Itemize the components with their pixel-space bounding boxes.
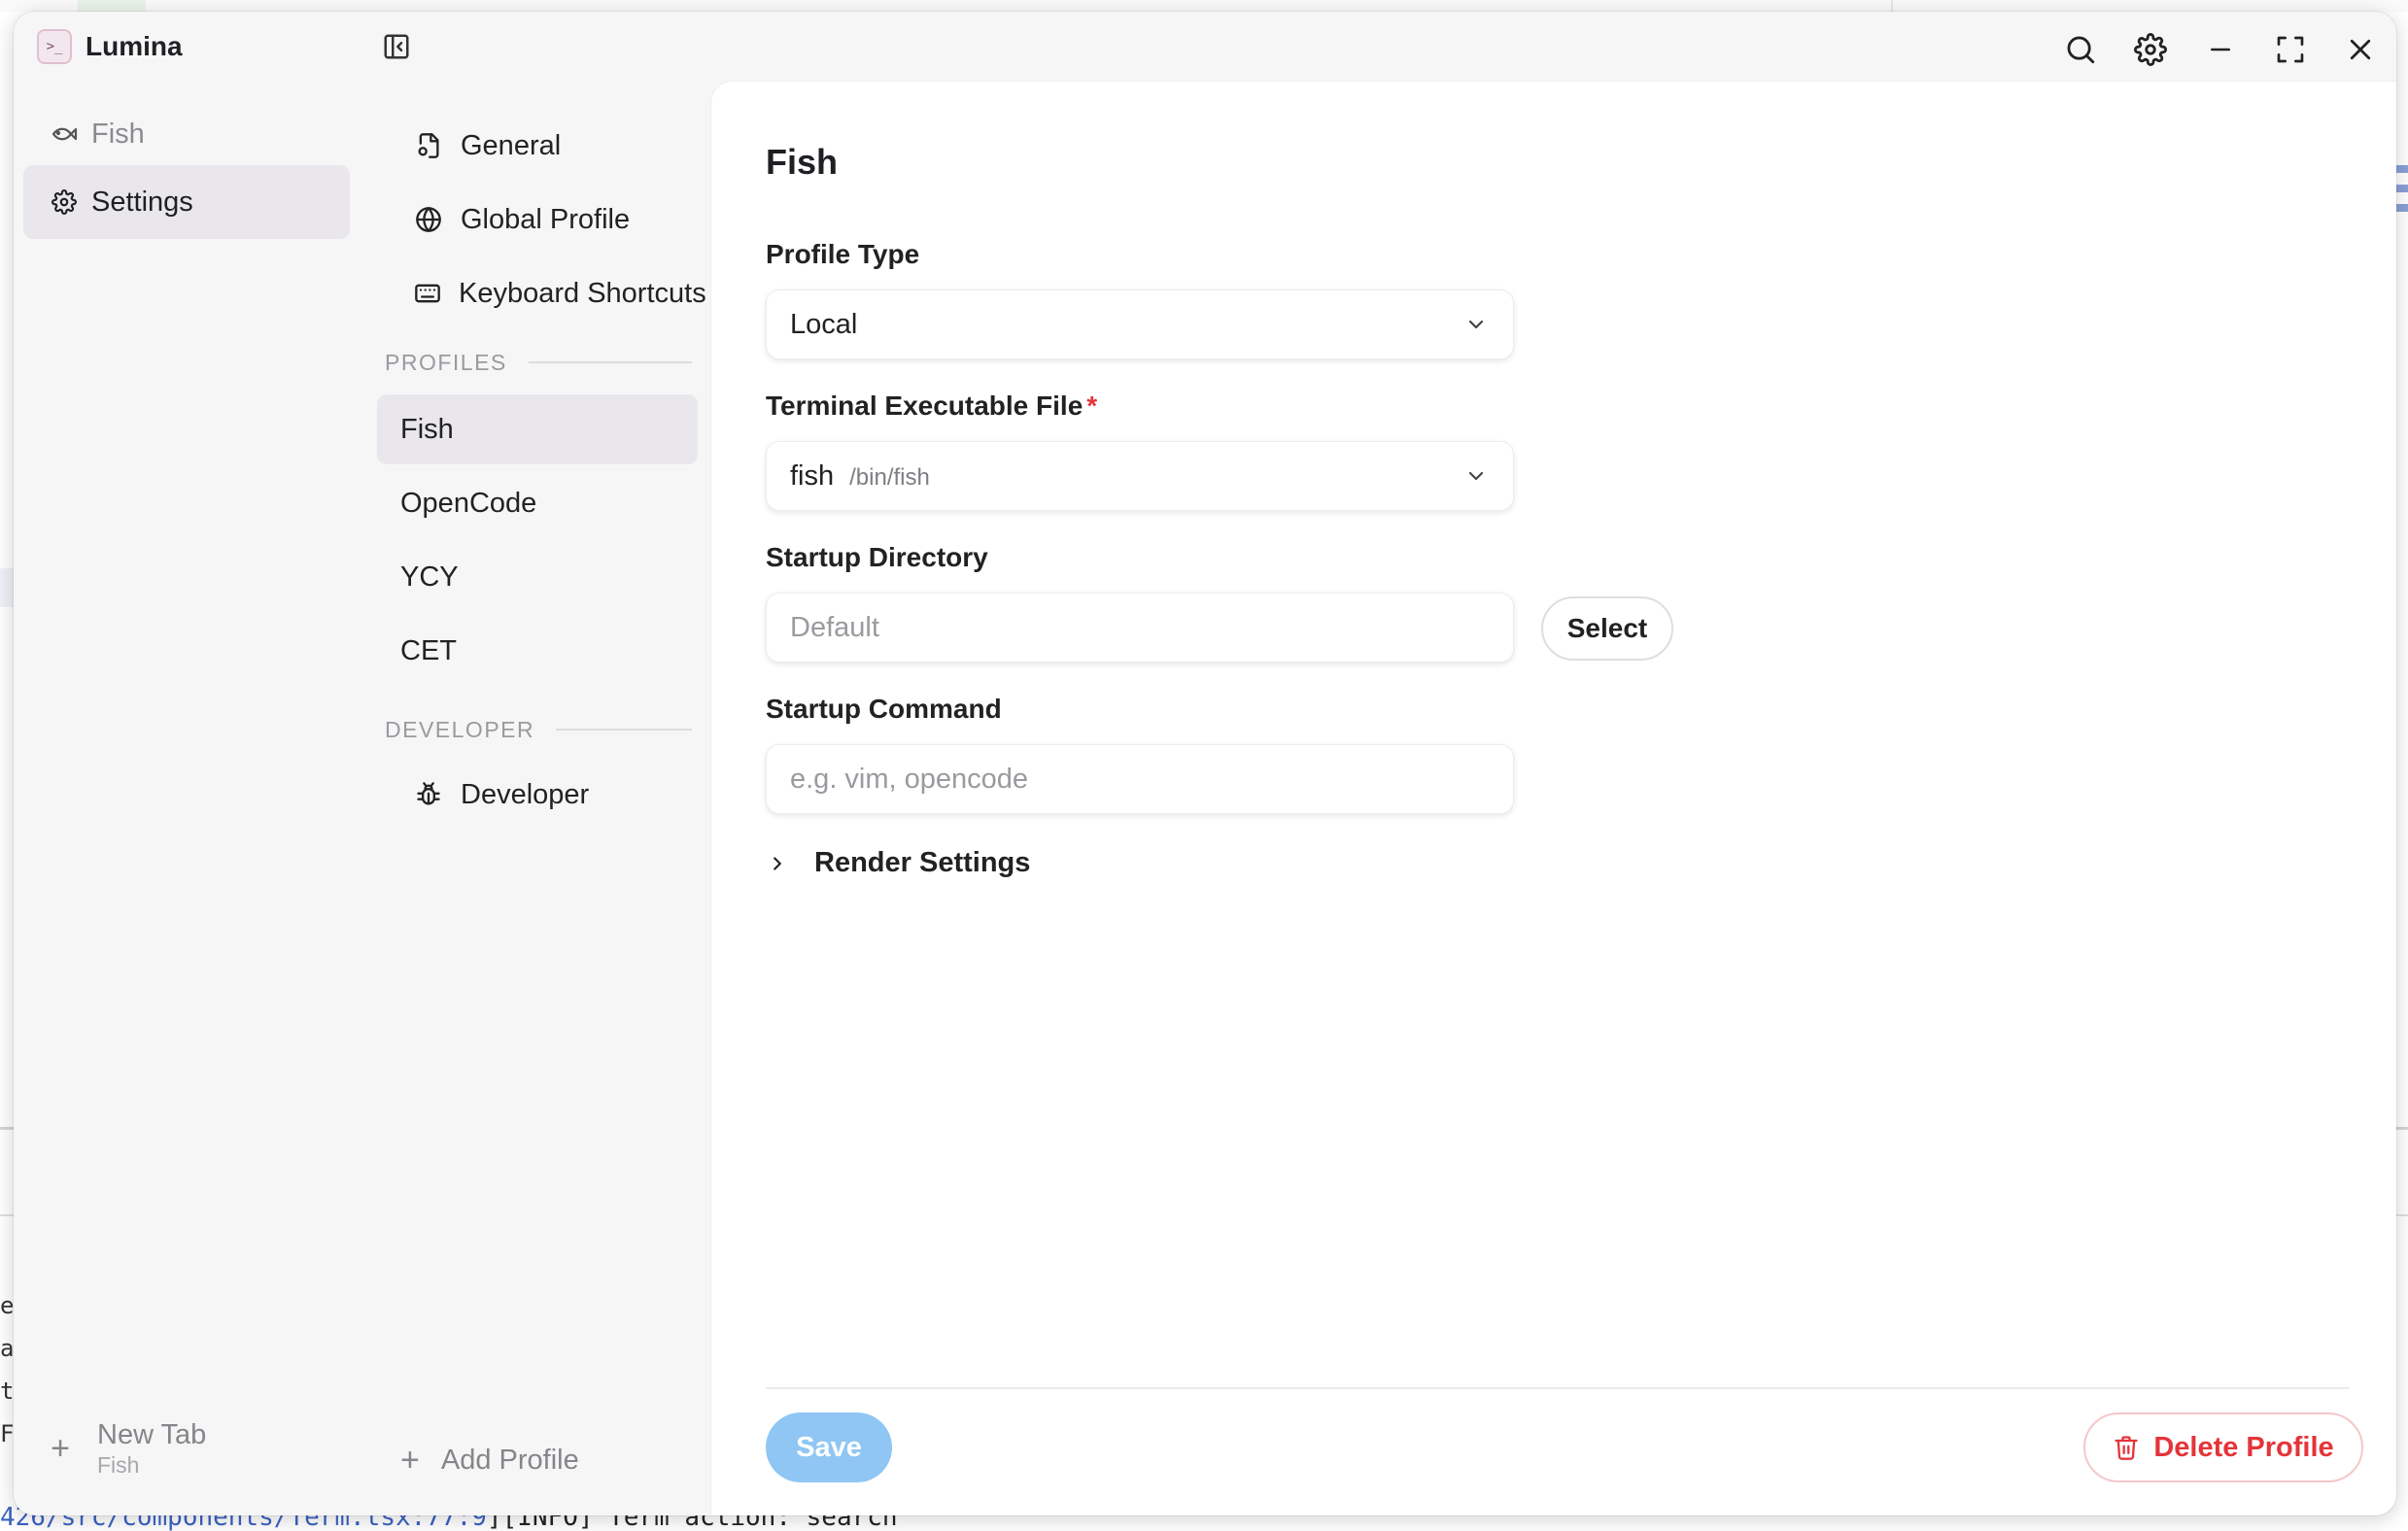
bg-highlight	[78, 0, 146, 12]
save-button[interactable]: Save	[766, 1412, 892, 1482]
globe-icon	[414, 205, 443, 234]
developer-section-heading: DEVELOPER	[385, 715, 692, 744]
bg-code-char: e	[0, 1292, 15, 1319]
fish-icon	[51, 120, 78, 148]
profile-item-opencode[interactable]: OpenCode	[377, 468, 698, 538]
executable-path: /bin/fish	[849, 463, 930, 491]
file-cog-icon	[414, 131, 443, 160]
add-profile-button[interactable]: + Add Profile	[400, 1444, 579, 1477]
delete-profile-button[interactable]: Delete Profile	[2083, 1412, 2363, 1482]
section-divider	[528, 361, 692, 363]
required-mark: *	[1086, 391, 1098, 421]
profile-type-select[interactable]: Local	[766, 289, 1514, 359]
nav-label: Keyboard Shortcuts	[459, 277, 706, 309]
startup-directory-input[interactable]	[790, 611, 1490, 644]
profile-settings-panel: Fish Profile Type Local Terminal Executa…	[711, 82, 2396, 1515]
gear-icon	[51, 188, 78, 216]
panel-left-icon	[384, 34, 409, 59]
render-settings-label: Render Settings	[814, 847, 1031, 878]
bg-scroll-markers	[2396, 165, 2408, 223]
section-divider	[556, 729, 692, 731]
minimize-icon	[2211, 48, 2230, 51]
footer-divider	[766, 1387, 2350, 1389]
profile-label: CET	[400, 634, 457, 666]
plus-icon: +	[400, 1442, 420, 1479]
startup-command-input[interactable]	[790, 763, 1490, 796]
app-title: Lumina	[86, 31, 183, 61]
new-tab-button[interactable]: + New Tab Fish	[47, 1418, 206, 1479]
profile-item-fish[interactable]: Fish	[377, 394, 698, 464]
profile-label: YCY	[400, 561, 459, 593]
nav-keyboard-shortcuts[interactable]: Keyboard Shortcuts	[377, 258, 706, 328]
nav-label: Developer	[461, 778, 590, 810]
bg-top-line	[0, 0, 2408, 12]
bug-icon	[414, 780, 443, 809]
startup-directory-field[interactable]	[766, 593, 1514, 663]
delete-profile-label: Delete Profile	[2153, 1431, 2334, 1463]
gear-icon	[2134, 33, 2167, 66]
nav-developer[interactable]: Developer	[377, 760, 698, 830]
trash-icon	[2115, 1436, 2138, 1460]
render-settings-toggle[interactable]: Render Settings	[766, 847, 1030, 879]
profile-type-label: Profile Type	[766, 239, 920, 269]
nav-label: General	[461, 129, 562, 161]
tab-fish[interactable]: Fish	[23, 97, 350, 171]
nav-general[interactable]: General	[377, 111, 698, 181]
maximize-icon	[2277, 36, 2304, 63]
executable-select[interactable]: fish /bin/fish	[766, 441, 1514, 511]
maximize-button[interactable]	[2268, 27, 2313, 72]
new-tab-profile: Fish	[97, 1452, 140, 1478]
startup-command-field[interactable]	[766, 744, 1514, 814]
chevron-down-icon	[1462, 311, 1490, 338]
keyboard-icon	[414, 279, 441, 308]
bg-rule	[2394, 1127, 2408, 1130]
app-window: >_ Lumina Fish Settings + New Tab Fish G…	[14, 12, 2396, 1515]
profile-item-ycy[interactable]: YCY	[377, 542, 698, 612]
bg-code-char: F	[0, 1420, 15, 1447]
executable-label: Terminal Executable File *	[766, 391, 1097, 422]
bg-rule	[2394, 1214, 2408, 1216]
executable-label-text: Terminal Executable File	[766, 391, 1084, 421]
close-button[interactable]	[2338, 27, 2383, 72]
profile-label: Fish	[400, 413, 454, 445]
chevron-down-icon	[1462, 462, 1490, 490]
tab-label: Settings	[91, 186, 193, 218]
minimize-button[interactable]	[2198, 27, 2243, 72]
add-profile-label: Add Profile	[440, 1444, 579, 1476]
profile-item-cet[interactable]: CET	[377, 616, 698, 686]
new-tab-label: New Tab	[97, 1419, 207, 1450]
profile-label: OpenCode	[400, 487, 537, 519]
plus-icon: +	[51, 1430, 70, 1467]
nav-label: Global Profile	[461, 203, 631, 235]
panel-title: Fish	[766, 142, 839, 182]
tab-settings[interactable]: Settings	[23, 165, 350, 239]
bg-code-char: t	[0, 1378, 15, 1405]
profiles-section-heading: PROFILES	[385, 348, 692, 377]
select-directory-button[interactable]: Select	[1541, 596, 1673, 661]
executable-value: fish	[790, 459, 835, 492]
nav-global-profile[interactable]: Global Profile	[377, 185, 698, 255]
chevron-right-icon	[766, 852, 789, 875]
bg-rule	[0, 1127, 14, 1130]
bg-code-char: a	[0, 1335, 15, 1362]
close-icon	[2350, 39, 2371, 60]
startup-command-label: Startup Command	[766, 694, 1002, 724]
bg-rule	[0, 1214, 14, 1216]
search-icon	[2067, 36, 2095, 64]
section-heading-label: PROFILES	[385, 349, 507, 375]
settings-button[interactable]	[2128, 27, 2173, 72]
tab-label: Fish	[91, 118, 145, 150]
section-heading-label: DEVELOPER	[385, 716, 535, 742]
sidebar-toggle-button[interactable]	[379, 29, 414, 64]
search-button[interactable]	[2058, 27, 2103, 72]
startup-directory-label: Startup Directory	[766, 542, 988, 572]
app-logo-icon: >_	[37, 29, 72, 64]
profile-type-value: Local	[790, 308, 858, 340]
bg-line-highlight	[0, 568, 14, 607]
